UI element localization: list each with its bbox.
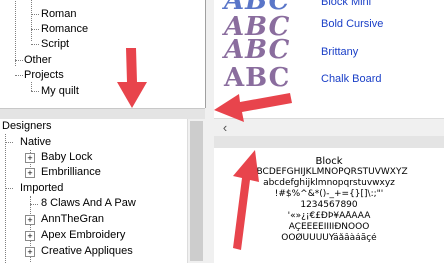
tree-line: [31, 91, 39, 92]
pane-separator: [214, 136, 444, 148]
tree-item-romance[interactable]: Romance: [41, 22, 88, 37]
tree-item-projects[interactable]: Projects: [24, 68, 64, 83]
font-preview: Block ABCDEFGHIJKLMNOPQRSTUVWXYZ abcdefg…: [214, 148, 444, 263]
expand-icon[interactable]: +: [25, 153, 35, 163]
tree-item-script[interactable]: Script: [41, 37, 69, 52]
tree-line: [31, 29, 39, 30]
preview-title: Block: [315, 156, 343, 167]
tree-item-annthegran[interactable]: AnnTheGran: [41, 212, 104, 227]
tree-line: [31, 44, 39, 45]
tree-line: [30, 204, 38, 205]
vertical-scrollbar[interactable]: [187, 119, 205, 263]
preview-line: ÃÇÉÊËÈÍÎÏÌÐÑÖÓÔ: [288, 222, 370, 232]
tree-item-baby-lock[interactable]: Baby Lock: [41, 150, 92, 165]
font-list: ABC Block Mini ABC Bold Cursive ABC Brit…: [214, 0, 444, 118]
designers-tree: Designers Native + Baby Lock + Embrillia…: [0, 119, 205, 263]
expand-icon[interactable]: +: [25, 247, 35, 257]
preview-line: abcdefghijklmnopqrstuvwxyz: [263, 178, 395, 188]
font-name-bold-cursive[interactable]: Bold Cursive: [321, 18, 383, 30]
tree-line: [5, 188, 13, 189]
preview-line: ÕÒØÜÚÛÙÝäåâàáãçé: [281, 233, 377, 243]
font-sample-brittany[interactable]: ABC: [224, 35, 290, 65]
tree-item-creative-appliques[interactable]: Creative Appliques: [41, 244, 133, 259]
font-name-brittany[interactable]: Brittany: [321, 46, 358, 58]
preview-line: 1234567890: [300, 200, 358, 210]
preview-line: '«»¿¡€£ÐÞ¥ÄÅÂÀÁ: [287, 211, 371, 221]
tree-line: [15, 75, 23, 76]
scrollbar-thumb[interactable]: [190, 121, 203, 261]
tree-line: [31, 82, 32, 91]
expand-icon[interactable]: +: [25, 231, 35, 241]
font-name-block-mini[interactable]: Block Mini: [321, 0, 371, 8]
tree-item-imported[interactable]: Imported: [20, 181, 63, 196]
tree-line: [5, 134, 6, 263]
tree-item-roman[interactable]: Roman: [41, 7, 76, 22]
expand-icon[interactable]: +: [25, 215, 35, 225]
tree-line: [31, 0, 32, 41]
tree-line: [5, 142, 13, 143]
tree-line: [15, 0, 16, 66]
tree-item-apex-embroidery[interactable]: Apex Embroidery: [41, 228, 125, 243]
tree-item-my-quilt[interactable]: My quilt: [41, 84, 79, 99]
tree-item-native[interactable]: Native: [20, 135, 51, 150]
tree-item-other[interactable]: Other: [24, 53, 52, 68]
font-name-chalk-board[interactable]: Chalk Board: [321, 73, 382, 85]
expand-icon[interactable]: +: [25, 168, 35, 178]
tree-item-8-claws[interactable]: 8 Claws And A Paw: [41, 196, 136, 211]
tree-item-embrilliance[interactable]: Embrilliance: [41, 165, 101, 180]
scroll-left-arrow-icon[interactable]: ‹: [218, 121, 232, 135]
horizontal-scrollbar[interactable]: ‹: [214, 118, 444, 137]
tree-line: [15, 60, 23, 61]
preview-line: ABCDEFGHIJKLMNOPQRSTUVWXYZ: [250, 167, 408, 177]
tree-line: [31, 14, 39, 15]
font-sample-chalk-board[interactable]: ABC: [224, 63, 290, 93]
category-tree: Renaissance Roman Romance Script Other P…: [0, 0, 206, 108]
preview-line: !#$%^&*()-_+={}[]\:;"': [274, 189, 384, 199]
tree-item-designers[interactable]: Designers: [2, 119, 52, 134]
